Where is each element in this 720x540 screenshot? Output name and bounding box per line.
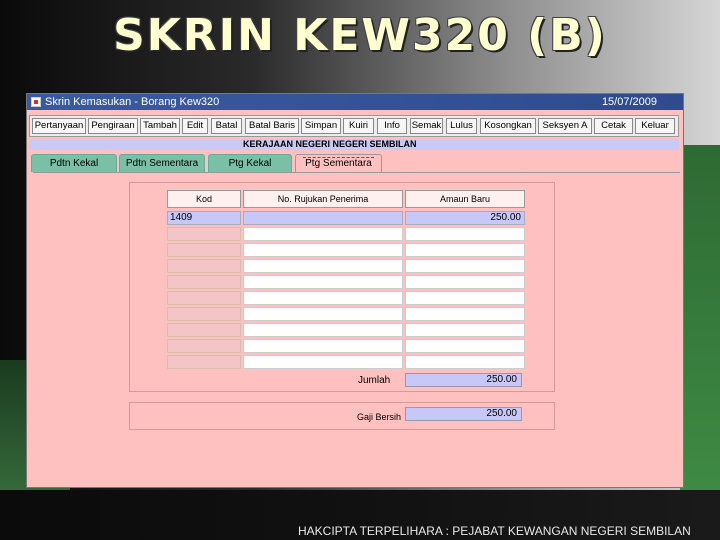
rujukan-field-text [244,340,246,351]
rujukan-field[interactable] [243,307,403,321]
rujukan-field-text [244,244,246,255]
keluar-button[interactable]: Keluar [635,118,675,134]
state-banner-text: KERAJAAN NEGERI NEGERI SEMBILAN [243,139,417,149]
batal-baris-button[interactable]: Batal Baris [245,118,299,134]
kod-field-text [168,356,170,367]
app-window-icon [31,97,41,107]
rujukan-field-text [244,276,246,287]
window-titlebar: Skrin Kemasukan - Borang Kew320 15/07/20… [27,94,683,110]
cetak-button[interactable]: Cetak [594,118,633,134]
semak-button[interactable]: Semak [410,118,443,134]
kod-field-text [168,244,170,255]
amaun-field[interactable] [405,227,525,241]
tab-ptg-sementara[interactable]: Ptg Sementara [295,154,382,173]
tab-label: Pdtn Kekal [49,158,99,169]
kod-field-text [168,292,170,303]
rujukan-field[interactable] [243,355,403,369]
kod-field-text [168,260,170,271]
rujukan-field-text [244,308,246,319]
toolbar: Pertanyaan Pengiraan Tambah Edit Batal B… [29,115,679,137]
amaun-field[interactable] [405,275,525,289]
info-button[interactable]: Info [377,118,407,134]
jumlah-value-text: 250.00 [486,374,517,385]
rujukan-field-text [244,228,246,239]
kuiri-button[interactable]: Kuiri [343,118,374,134]
gaji-bersih-value: 250.00 [405,407,522,421]
slide-title: SKRIN KEW320 (B) [113,10,607,61]
kod-field[interactable] [167,291,241,305]
amaun-field[interactable] [405,323,525,337]
jumlah-value: 250.00 [405,373,522,387]
kod-field[interactable] [167,259,241,273]
tab-ptg-kekal[interactable]: Ptg Kekal [208,154,292,172]
state-banner: KERAJAAN NEGERI NEGERI SEMBILAN [29,139,679,150]
lulus-button[interactable]: Lulus [446,118,477,134]
rujukan-field-text [244,260,246,271]
rujukan-field[interactable] [243,291,403,305]
rujukan-field[interactable] [243,339,403,353]
amaun-field[interactable] [405,291,525,305]
amaun-field[interactable] [405,339,525,353]
kod-field-text [168,308,170,319]
amaun-field[interactable] [405,243,525,257]
rujukan-field[interactable] [243,211,403,225]
kod-field[interactable] [167,339,241,353]
kod-field-text [168,324,170,335]
tab-label: Ptg Sementara [303,157,374,169]
pengiraan-button[interactable]: Pengiraan [88,118,138,134]
kod-field[interactable] [167,307,241,321]
rujukan-field-text [244,324,246,335]
kod-field-text: 1409 [170,212,193,223]
kod-field[interactable]: 1409 [167,211,241,225]
amaun-field[interactable]: 250.00 [405,211,525,225]
kod-field-text [168,228,170,239]
simpan-button[interactable]: Simpan [301,118,341,134]
tab-pdtn-sementara[interactable]: Pdtn Sementara [119,154,205,172]
tab-pdtn-kekal[interactable]: Pdtn Kekal [31,154,117,172]
tab-label: Pdtn Sementara [125,158,199,169]
amaun-field[interactable] [405,355,525,369]
pertanyaan-button[interactable]: Pertanyaan [32,118,86,134]
rujukan-field-text [244,212,246,223]
kod-field[interactable] [167,243,241,257]
window-title: Skrin Kemasukan - Borang Kew320 [45,96,220,108]
batal-button[interactable]: Batal [211,118,242,134]
column-header-rujukan: No. Rujukan Penerima [243,190,403,208]
background-decoration-right [680,145,720,490]
amaun-field[interactable] [405,307,525,321]
kod-field-text [168,276,170,287]
amaun-field[interactable] [405,259,525,273]
tambah-button[interactable]: Tambah [140,118,180,134]
gaji-bersih-label: Gaji Bersih [357,412,402,422]
rujukan-field[interactable] [243,243,403,257]
jumlah-label: Jumlah [358,375,391,386]
kod-field[interactable] [167,355,241,369]
window-date: 15/07/2009 [601,96,657,108]
kosongkan-button[interactable]: Kosongkan [480,118,536,134]
column-header-kod: Kod [167,190,241,208]
tab-label: Ptg Kekal [228,158,272,169]
gaji-bersih-value-text: 250.00 [486,408,517,419]
rujukan-field-text [244,356,246,367]
edit-button[interactable]: Edit [182,118,208,134]
app-window: Skrin Kemasukan - Borang Kew320 15/07/20… [26,93,684,488]
kod-field[interactable] [167,275,241,289]
amaun-field-text: 250.00 [490,212,521,223]
seksyen-a-button[interactable]: Seksyen A [538,118,592,134]
kod-field-text [168,340,170,351]
kod-field[interactable] [167,323,241,337]
rujukan-field[interactable] [243,275,403,289]
rujukan-field[interactable] [243,227,403,241]
footer-copyright: HAKCIPTA TERPELIHARA : PEJABAT KEWANGAN … [298,524,691,538]
kod-field[interactable] [167,227,241,241]
column-header-amaun: Amaun Baru [405,190,525,208]
rujukan-field-text [244,292,246,303]
rujukan-field[interactable] [243,323,403,337]
rujukan-field[interactable] [243,259,403,273]
